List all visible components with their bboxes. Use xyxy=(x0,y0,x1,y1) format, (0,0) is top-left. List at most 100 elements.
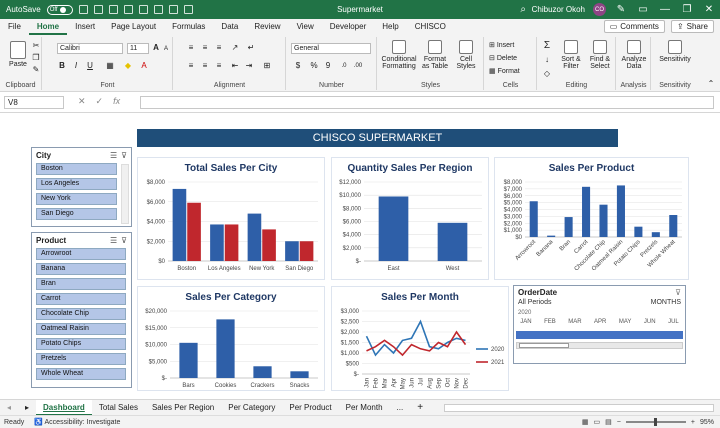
cell-styles-button[interactable]: Cell Styles xyxy=(452,40,480,70)
insert-cells-button[interactable]: ⊞ Insert xyxy=(489,41,514,49)
autosave-toggle[interactable]: Off xyxy=(46,4,73,15)
clear-filter-icon[interactable]: ⊽ xyxy=(675,288,681,297)
tab-home[interactable]: Home xyxy=(28,19,68,35)
align-center-icon[interactable]: ≡ xyxy=(200,61,210,71)
name-box[interactable]: V8 xyxy=(4,96,64,109)
restore-button[interactable]: ❐ xyxy=(680,4,694,15)
font-color-icon[interactable]: A xyxy=(139,61,149,71)
slicer-item-los-angeles[interactable]: Los Angeles xyxy=(36,178,117,190)
slicer-item-bran[interactable]: Bran xyxy=(36,278,126,290)
slicer-item-boston[interactable]: Boston xyxy=(36,163,117,175)
sheet-tab-sales-per-region[interactable]: Sales Per Region xyxy=(145,400,221,416)
timeline-unit-select[interactable]: MONTHS xyxy=(651,299,681,310)
merge-center-icon[interactable]: ⊞ xyxy=(262,61,272,71)
currency-icon[interactable]: $ xyxy=(293,61,303,71)
slicer-item-arrowroot[interactable]: Arrowroot xyxy=(36,248,126,260)
chart-quantity-per-region[interactable]: Quantity Sales Per Region $- $2,000 $4,000… xyxy=(331,157,489,280)
formula-input[interactable] xyxy=(140,96,714,109)
slicer-item-banana[interactable]: Banana xyxy=(36,263,126,275)
multi-select-icon[interactable]: ☰ xyxy=(110,236,117,245)
comma-style-icon[interactable]: 9 xyxy=(323,61,333,71)
tab-file[interactable]: File xyxy=(0,19,29,35)
user-name[interactable]: Chibuzor Okoh xyxy=(532,5,585,14)
worksheet[interactable]: CHISCO SUPERMARKET City ☰ ⊽ Boston Los Ang… xyxy=(0,115,720,398)
multi-select-icon[interactable]: ☰ xyxy=(110,151,117,160)
accessibility-status[interactable]: ♿ Accessibility: Investigate xyxy=(34,418,120,426)
slicer-item-potato-chips[interactable]: Potato Chips xyxy=(36,338,126,350)
search-icon[interactable]: ⌕ xyxy=(520,4,526,15)
sheet-tab-dashboard[interactable]: Dashboard xyxy=(36,399,92,416)
slicer-item-whole-wheat[interactable]: Whole Wheat xyxy=(36,368,126,380)
underline-button[interactable]: U xyxy=(85,61,95,71)
tab-chisco[interactable]: CHISCO xyxy=(407,19,454,35)
tab-insert[interactable]: Insert xyxy=(67,19,103,35)
analyze-data-button[interactable]: Analyze Data xyxy=(619,40,649,70)
tab-review[interactable]: Review xyxy=(246,19,288,35)
paste-button[interactable]: Paste xyxy=(6,41,30,68)
slicer-item-chocolate-chip[interactable]: Chocolate Chip xyxy=(36,308,126,320)
fill-icon[interactable]: ↓ xyxy=(542,55,552,65)
sheet-nav-prev[interactable]: ◂ xyxy=(0,400,18,416)
zoom-slider[interactable] xyxy=(625,418,686,426)
conditional-formatting-button[interactable]: Conditional Formatting xyxy=(380,40,418,70)
enter-icon[interactable]: ✓ xyxy=(96,96,104,107)
chart-sales-per-month[interactable]: Sales Per Month $- $500 $1,000 $1,500 $2,000… xyxy=(331,286,509,391)
copy-icon[interactable]: ❐ xyxy=(31,53,41,63)
tab-help[interactable]: Help xyxy=(374,19,406,35)
chart-sales-per-city[interactable]: Total Sales Per City $0 $2,000 $4,000 $6,00… xyxy=(137,157,325,280)
tab-view[interactable]: View xyxy=(289,19,322,35)
minimize-button[interactable]: — xyxy=(658,4,672,15)
find-select-button[interactable]: Find & Select xyxy=(586,40,614,70)
undo-icon[interactable] xyxy=(93,5,103,14)
align-middle-icon[interactable]: ≡ xyxy=(200,43,210,53)
sort-filter-button[interactable]: Sort & Filter xyxy=(558,40,584,70)
clear-icon[interactable]: ◇ xyxy=(542,69,552,79)
new-file-icon[interactable] xyxy=(123,5,133,14)
close-button[interactable]: ✕ xyxy=(702,4,716,15)
borders-icon[interactable]: ▦ xyxy=(105,61,115,71)
cut-icon[interactable]: ✂ xyxy=(31,41,41,51)
zoom-out-button[interactable]: − xyxy=(617,419,621,426)
wrap-text-icon[interactable]: ↵ xyxy=(246,43,256,53)
avatar[interactable]: CO xyxy=(593,3,606,16)
horizontal-scrollbar[interactable] xyxy=(444,404,714,412)
print-icon[interactable] xyxy=(168,5,178,14)
timeline-month[interactable]: MAY xyxy=(619,319,632,329)
increase-decimal-icon[interactable]: .0 xyxy=(339,61,349,71)
collapse-ribbon-icon[interactable]: ⌃ xyxy=(706,79,716,89)
timeline-month[interactable]: JAN xyxy=(520,319,531,329)
italic-button[interactable]: I xyxy=(71,61,81,71)
chart-sales-per-product[interactable]: Sales Per Product $0 $1,000 $2,000 $3,000 $4… xyxy=(494,157,689,280)
insert-function-icon[interactable]: fx xyxy=(113,96,120,107)
orientation-icon[interactable]: ↗ xyxy=(230,43,240,53)
fill-color-icon[interactable]: ◆ xyxy=(123,61,133,71)
clear-filter-icon[interactable]: ⊽ xyxy=(121,151,127,160)
share-button[interactable]: ⇪ Share xyxy=(670,20,714,33)
align-left-icon[interactable]: ≡ xyxy=(186,61,196,71)
tab-developer[interactable]: Developer xyxy=(322,19,374,35)
tab-data[interactable]: Data xyxy=(213,19,246,35)
page-break-view-icon[interactable]: ▤ xyxy=(605,418,612,426)
delete-cells-button[interactable]: ⊟ Delete xyxy=(489,54,517,62)
save-icon[interactable] xyxy=(78,5,88,14)
timeline-month[interactable]: JUL xyxy=(668,319,679,329)
add-sheet-button[interactable]: + xyxy=(410,400,430,416)
timeline-month[interactable]: JUN xyxy=(644,319,656,329)
sheet-nav-next[interactable]: ▸ xyxy=(18,400,36,416)
email-icon[interactable] xyxy=(153,5,163,14)
ribbon-display-icon[interactable]: ▭ xyxy=(636,4,650,15)
sheet-tab-total-sales[interactable]: Total Sales xyxy=(92,400,145,416)
format-cells-button[interactable]: ▦ Format xyxy=(489,67,520,75)
align-right-icon[interactable]: ≡ xyxy=(214,61,224,71)
font-size-select[interactable]: 11 xyxy=(127,43,149,54)
sheet-tab-per-category[interactable]: Per Category xyxy=(221,400,282,416)
slicer-item-oatmeal-raisin[interactable]: Oatmeal Raisin xyxy=(36,323,126,335)
autosum-icon[interactable]: Σ xyxy=(542,41,552,51)
comments-button[interactable]: ▭ Comments xyxy=(603,20,665,33)
align-top-icon[interactable]: ≡ xyxy=(186,43,196,53)
cancel-icon[interactable]: ✕ xyxy=(78,96,86,107)
orderdate-timeline[interactable]: OrderDate ⊽ All Periods MONTHS 2020 JAN FE… xyxy=(513,285,686,364)
clear-filter-icon[interactable]: ⊽ xyxy=(121,236,127,245)
percent-icon[interactable]: % xyxy=(309,61,319,71)
number-format-select[interactable]: General xyxy=(291,43,371,54)
